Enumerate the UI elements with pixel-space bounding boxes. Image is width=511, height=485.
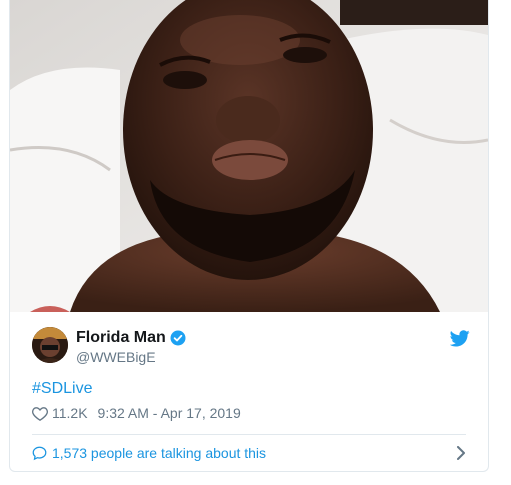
tweet-meta: 11.2K 9:32 AM - Apr 17, 2019 [32,405,241,421]
avatar-photo-icon [32,327,68,363]
chevron-right-icon[interactable] [456,446,466,460]
conversation-link[interactable]: 1,573 people are talking about this [32,440,466,466]
tweet-hashtag-link[interactable]: #SDLive [32,380,92,398]
tweet-author[interactable]: Florida Man @WWEBigE [32,325,472,369]
embedded-tweet-card[interactable]: Florida Man @WWEBigE #SDLive 11.2K 9:32 … [9,0,489,472]
speech-bubble-icon [32,446,47,460]
twitter-bird-icon[interactable] [450,330,470,347]
divider [32,434,466,435]
avatar[interactable] [32,327,68,363]
author-handle[interactable]: @WWEBigE [76,349,156,365]
talking-about-text[interactable]: 1,573 people are talking about this [52,445,266,461]
like-count[interactable]: 11.2K [52,405,88,421]
selfie-photo-image [10,0,488,312]
tweet-photo[interactable] [10,0,488,312]
heart-icon[interactable] [32,406,48,421]
tweet-timestamp[interactable]: 9:32 AM - Apr 17, 2019 [98,405,241,421]
verified-badge-icon [170,330,186,346]
author-display-name[interactable]: Florida Man [76,329,166,347]
